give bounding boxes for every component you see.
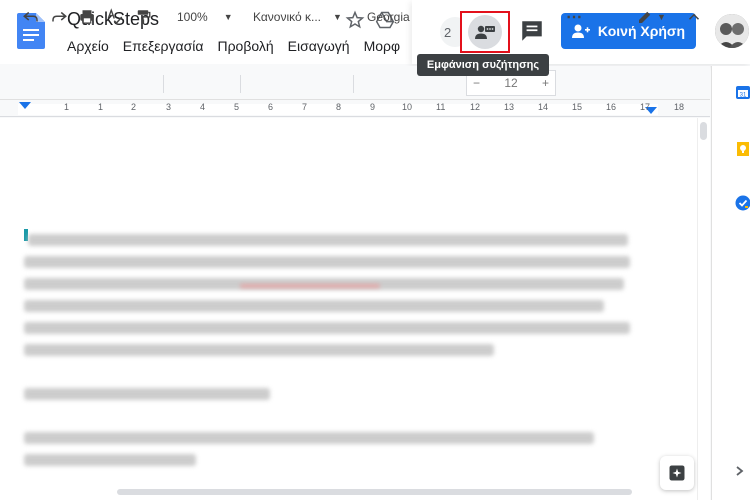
side-panel (711, 66, 750, 500)
menu-file[interactable]: Αρχείο (67, 38, 109, 54)
print-icon[interactable] (78, 6, 96, 28)
font-size-value[interactable]: 12 (504, 76, 517, 90)
calendar-icon[interactable]: 31 (735, 84, 750, 100)
blurred-text-line (24, 256, 630, 268)
style-select[interactable]: Κανονικό κ... ▼ (253, 6, 342, 28)
editing-mode-button[interactable]: ▼ (636, 6, 666, 28)
ruler-number: 13 (504, 102, 515, 112)
explore-icon (669, 465, 685, 481)
menu-view[interactable]: Προβολή (217, 38, 273, 54)
ruler-number: 12 (470, 102, 481, 112)
paint-format-icon[interactable] (134, 6, 152, 28)
menu-edit[interactable]: Επεξεργασία (123, 38, 204, 54)
redo-icon[interactable] (50, 6, 68, 28)
left-indent-marker-icon[interactable] (19, 102, 31, 110)
ruler-number: 6 (268, 102, 274, 112)
horizontal-scrollbar-thumb[interactable] (117, 489, 632, 495)
ruler-number: 17 (640, 102, 651, 112)
ruler-number: 7 (302, 102, 308, 112)
tooltip: Εμφάνιση συζήτησης (417, 54, 549, 76)
explore-button[interactable] (660, 456, 694, 490)
style-value: Κανονικό κ... (253, 10, 321, 24)
chevron-down-icon: ▼ (223, 12, 233, 22)
ruler-number: 11 (436, 102, 446, 112)
menu-bar: Αρχείο Επεξεργασία Προβολή Εισαγωγή Μορφ (67, 38, 414, 54)
ruler-number: 2 (131, 102, 137, 112)
increase-font-button[interactable]: + (542, 76, 549, 90)
blurred-text-line (28, 234, 628, 246)
menu-format[interactable]: Μορφ (364, 38, 401, 54)
ruler-number: 4 (200, 102, 206, 112)
ruler-number: 1 (64, 102, 70, 112)
blurred-text-line (24, 454, 196, 466)
chevron-down-icon: ▼ (333, 12, 342, 22)
chevron-down-icon: ▼ (657, 12, 666, 22)
expand-side-panel-icon[interactable] (734, 465, 746, 477)
ruler-number: 8 (336, 102, 342, 112)
font-select[interactable]: Georgia (367, 6, 410, 28)
ruler-number: 1 (98, 102, 104, 112)
vertical-scrollbar-thumb[interactable] (700, 122, 707, 140)
star-icon[interactable] (345, 10, 365, 30)
toolbar-divider (163, 75, 164, 93)
ruler-number: 18 (674, 102, 685, 112)
toolbar-divider (353, 75, 354, 93)
zoom-select[interactable]: 100% ▼ (177, 6, 233, 28)
ruler-number: 9 (370, 102, 376, 112)
spellcheck-icon[interactable] (106, 6, 124, 28)
ruler: 1 1 2 3 4 5 6 7 8 9 10 11 12 13 14 15 16… (0, 101, 710, 117)
blurred-text-line (24, 388, 270, 400)
toolbar (0, 66, 710, 100)
ruler-number: 3 (166, 102, 172, 112)
more-options-button[interactable]: ⋯ (566, 6, 582, 28)
ruler-number: 10 (402, 102, 413, 112)
toolbar-divider (240, 75, 241, 93)
collapse-icon[interactable] (685, 6, 703, 28)
viewers-count-label: 2 (444, 24, 452, 40)
spelling-underline (240, 284, 380, 288)
decrease-font-button[interactable]: − (473, 76, 480, 90)
blurred-text-line (24, 300, 604, 312)
tasks-icon[interactable] (735, 195, 750, 211)
undo-icon[interactable] (22, 6, 40, 28)
ruler-number: 15 (572, 102, 583, 112)
blurred-text-line (24, 344, 494, 356)
zoom-value: 100% (177, 10, 208, 24)
show-discussion-icon (468, 15, 502, 49)
avatar[interactable] (715, 14, 749, 48)
blurred-text-line (24, 322, 630, 334)
blurred-text-line (24, 432, 594, 444)
menu-insert[interactable]: Εισαγωγή (288, 38, 350, 54)
ruler-number: 5 (234, 102, 240, 112)
ruler-number: 16 (606, 102, 617, 112)
font-value: Georgia (367, 10, 410, 24)
comment-icon[interactable] (519, 18, 545, 44)
ruler-number: 14 (538, 102, 549, 112)
keep-icon[interactable] (735, 141, 750, 157)
svg-text:31: 31 (740, 93, 747, 99)
vertical-scrollbar[interactable] (697, 118, 710, 500)
show-discussion-button[interactable] (460, 11, 510, 53)
